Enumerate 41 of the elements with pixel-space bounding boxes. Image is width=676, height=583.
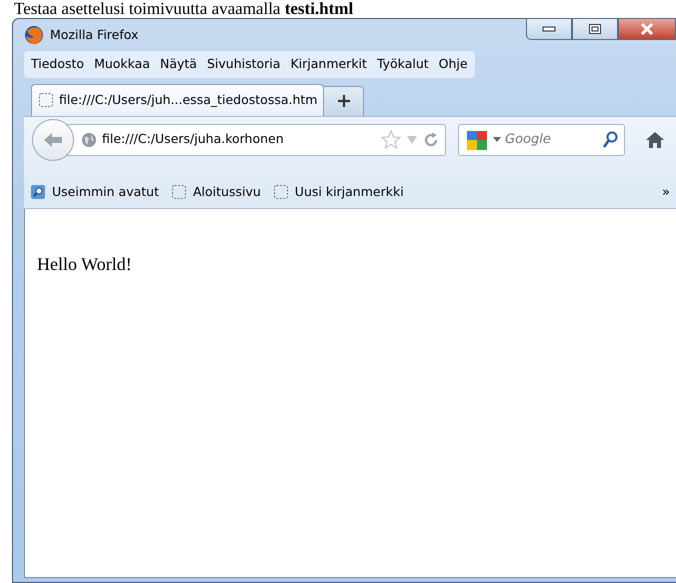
window-title: Mozilla Firefox xyxy=(50,26,138,44)
home-icon[interactable] xyxy=(645,130,665,149)
bookmark-item[interactable]: Uusi kirjanmerkki xyxy=(270,182,406,203)
search-engine-icon[interactable] xyxy=(465,128,489,151)
page-icon xyxy=(272,184,289,200)
search-field[interactable]: Google xyxy=(505,130,585,150)
address-field[interactable]: file:///C:/Users/juha.korhonen xyxy=(102,130,376,150)
menu-item[interactable]: Kirjanmerkit xyxy=(285,54,372,75)
dropdown-arrow-icon[interactable] xyxy=(493,136,501,143)
menu-item[interactable]: Näytä xyxy=(155,54,202,75)
menu-item[interactable]: Tiedosto xyxy=(26,54,90,75)
globe-icon xyxy=(81,132,97,148)
bookmark-item[interactable]: Useimmin avatut xyxy=(28,182,161,203)
folder-search-icon xyxy=(30,184,46,200)
minimize-icon xyxy=(542,26,556,32)
overflow-button[interactable]: » xyxy=(660,182,672,202)
address-bar[interactable]: file:///C:/Users/juha.korhonen xyxy=(66,124,446,156)
page-icon xyxy=(171,184,187,200)
plus-icon xyxy=(336,94,351,108)
bookmark-item[interactable]: Aloitussivu xyxy=(169,182,263,203)
maximize-button[interactable] xyxy=(572,18,618,40)
close-icon xyxy=(640,23,654,35)
star-icon[interactable] xyxy=(381,130,401,150)
back-button[interactable] xyxy=(32,118,74,161)
reload-icon[interactable] xyxy=(423,132,439,148)
minimize-button[interactable] xyxy=(526,18,572,40)
close-button[interactable] xyxy=(618,18,676,40)
new-tab-button[interactable] xyxy=(324,86,364,116)
menu-item[interactable]: Ohje xyxy=(434,54,473,75)
page-icon xyxy=(38,92,54,108)
browser-tab[interactable]: file:///C:/Users/juh...essa_tiedostossa.htm xyxy=(31,84,324,116)
menu-item[interactable]: Sivuhistoria xyxy=(202,54,286,75)
search-icon[interactable] xyxy=(602,130,618,149)
search-bar[interactable]: Google xyxy=(458,124,625,156)
menu-item[interactable]: Muokkaa xyxy=(89,54,155,75)
caption-text: Testaa asettelusi toimivuutta avaamalla testi.html xyxy=(13,0,354,18)
browser-logo-icon xyxy=(24,25,44,45)
menu-item[interactable]: Työkalut xyxy=(372,54,434,75)
maximize-icon xyxy=(588,23,602,35)
back-arrow-icon xyxy=(42,130,64,149)
page-text: Hello World! xyxy=(37,252,132,276)
